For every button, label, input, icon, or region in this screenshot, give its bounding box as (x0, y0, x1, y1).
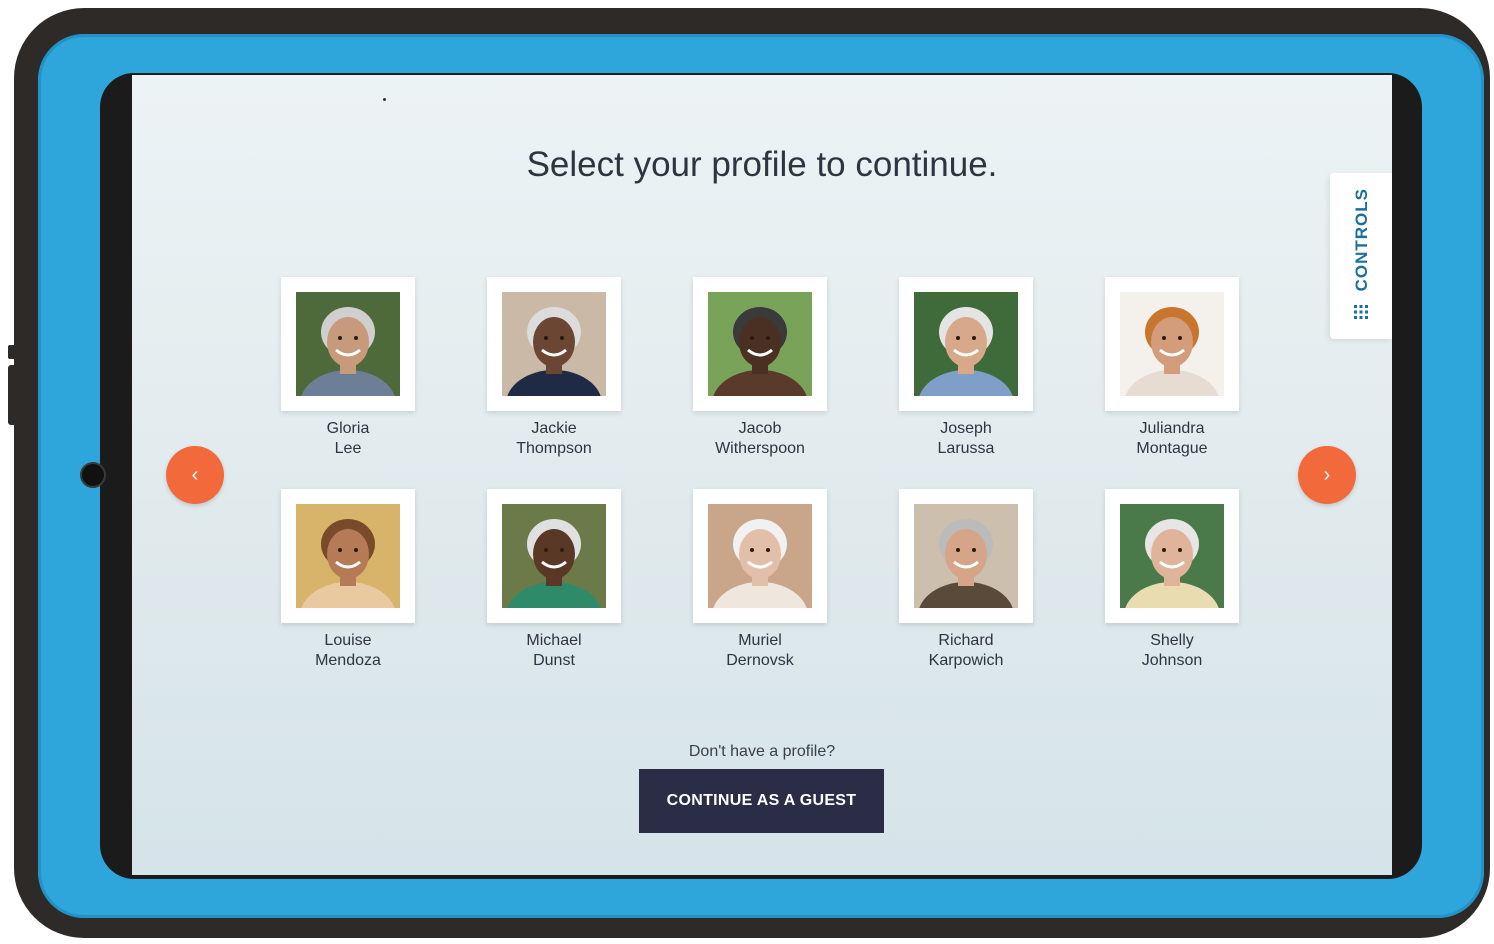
profile-first-name: Juliandra (1139, 420, 1205, 437)
chevron-left-icon: ‹ (191, 463, 199, 486)
profile-first-name: Shelly (1150, 632, 1194, 649)
profile-card[interactable]: Juliandra Montague (1105, 277, 1239, 459)
profile-card[interactable]: Michael Dunst (487, 489, 621, 671)
profile-last-name: Lee (334, 440, 362, 457)
profile-first-name: Michael (526, 632, 582, 649)
profile-photo-frame (693, 277, 827, 411)
profile-card[interactable]: Gloria Lee (281, 277, 415, 459)
tablet-screen: Select your profile to continue. CONTROL… (132, 75, 1392, 875)
photo-muriel (708, 504, 812, 608)
previous-page-button[interactable]: ‹ (166, 446, 224, 504)
profile-name: Gloria Lee (281, 419, 415, 459)
profile-card[interactable]: Joseph Larussa (899, 277, 1033, 459)
profile-last-name: Johnson (1141, 652, 1203, 669)
profile-name: Joseph Larussa (899, 419, 1033, 459)
front-camera-icon (80, 462, 106, 488)
profile-last-name: Mendoza (315, 652, 381, 669)
photo-jackie (502, 292, 606, 396)
controls-tab[interactable]: CONTROLS (1330, 173, 1392, 339)
profile-last-name: Karpowich (928, 652, 1004, 669)
controls-label: CONTROLS (1352, 188, 1371, 292)
chevron-right-icon: › (1323, 463, 1331, 486)
photo-gloria (296, 292, 400, 396)
profile-first-name: Gloria (326, 420, 370, 437)
profile-card[interactable]: Jackie Thompson (487, 277, 621, 459)
profile-photo-frame (487, 489, 621, 623)
profile-last-name: Dernovsk (726, 652, 794, 669)
page-title: Select your profile to continue. (526, 145, 998, 184)
continue-as-guest-button[interactable]: CONTINUE AS A GUEST (639, 769, 884, 833)
profile-photo-frame (899, 489, 1033, 623)
photo-juliandra (1120, 292, 1224, 396)
profile-first-name: Joseph (940, 420, 992, 437)
next-page-button[interactable]: › (1298, 446, 1356, 504)
profile-last-name: Witherspoon (715, 440, 805, 457)
photo-jacob (708, 292, 812, 396)
photo-joseph (914, 292, 1018, 396)
profile-last-name: Thompson (516, 440, 592, 457)
profile-card[interactable]: Louise Mendoza (281, 489, 415, 671)
profile-last-name: Larussa (937, 440, 995, 457)
profile-first-name: Richard (938, 632, 994, 649)
profile-last-name: Montague (1136, 440, 1208, 457)
photo-richard (914, 504, 1018, 608)
no-profile-prompt: Don't have a profile? (688, 743, 836, 760)
profile-first-name: Jacob (738, 420, 782, 437)
profile-photo-frame (1105, 277, 1239, 411)
profile-photo-frame (281, 489, 415, 623)
profile-photo-frame (487, 277, 621, 411)
profile-name: Muriel Dernovsk (693, 631, 827, 671)
profile-name: Michael Dunst (487, 631, 621, 671)
photo-shelly (1120, 504, 1224, 608)
profile-name: Richard Karpowich (899, 631, 1033, 671)
photo-louise (296, 504, 400, 608)
grid-icon (1354, 305, 1368, 319)
profile-card[interactable]: Shelly Johnson (1105, 489, 1239, 671)
profile-photo-frame (1105, 489, 1239, 623)
profile-name: Louise Mendoza (281, 631, 415, 671)
photo-michael (502, 504, 606, 608)
profile-photo-frame (693, 489, 827, 623)
profile-name: Shelly Johnson (1105, 631, 1239, 671)
profile-first-name: Jackie (531, 420, 577, 437)
profile-name: Jackie Thompson (487, 419, 621, 459)
status-dot (383, 98, 386, 101)
profile-photo-frame (899, 277, 1033, 411)
profile-card[interactable]: Richard Karpowich (899, 489, 1033, 671)
profile-card[interactable]: Muriel Dernovsk (693, 489, 827, 671)
profile-first-name: Muriel (738, 632, 782, 649)
profile-photo-frame (281, 277, 415, 411)
profile-card[interactable]: Jacob Witherspoon (693, 277, 827, 459)
profile-name: Juliandra Montague (1105, 419, 1239, 459)
profile-last-name: Dunst (533, 652, 575, 669)
profile-first-name: Louise (324, 632, 372, 649)
profile-name: Jacob Witherspoon (693, 419, 827, 459)
